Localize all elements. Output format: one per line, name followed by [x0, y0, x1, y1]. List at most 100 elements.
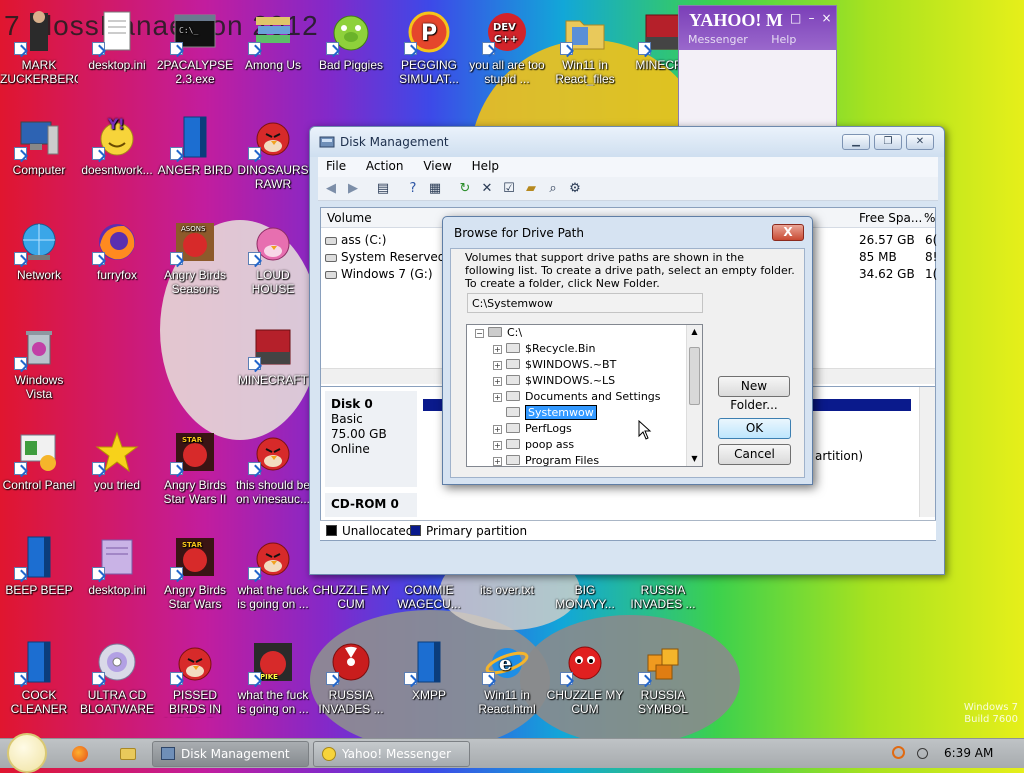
yahoo-restore-button[interactable]: □	[790, 12, 801, 24]
taskbar-disk-management[interactable]: Disk Management	[152, 741, 309, 767]
desktop-icon[interactable]: XMPP	[390, 635, 468, 735]
desktop-icon[interactable]: you tried	[78, 425, 156, 525]
check-icon[interactable]: ☑	[500, 180, 518, 198]
menu-file[interactable]: File	[318, 157, 354, 173]
desktop-icon[interactable]: BEEP BEEP	[0, 530, 78, 630]
desktop-icon[interactable]: PISSED BIRDS IN VIDEO G...	[156, 635, 234, 735]
desktop-icon[interactable]: STAR Angry Birds Star Wars II	[156, 425, 234, 525]
desktop-icon[interactable]: COCK CLEANER	[0, 635, 78, 735]
volume-row[interactable]: ass (C:)	[325, 233, 386, 247]
expand-icon[interactable]: +	[493, 441, 502, 450]
desktop-icon[interactable]: this should be on vinesauc...	[234, 425, 312, 525]
view-icon[interactable]: ▦	[426, 180, 444, 198]
desktop-icon[interactable]: Bad Piggies	[312, 5, 390, 105]
yahoo-messenger-window[interactable]: YAHOO! M Messenger Help □ – ×	[678, 5, 837, 132]
minimize-button[interactable]: ▁	[842, 134, 870, 150]
desktop-icon[interactable]: DINOSAURS RAWR	[234, 110, 312, 210]
column-free-space[interactable]: Free Spa...	[859, 211, 922, 225]
desktop-icon[interactable]: what the fuck is going on ...	[234, 530, 312, 630]
collapse-icon[interactable]: −	[475, 329, 484, 338]
desktop-icon[interactable]: ASONS Angry Birds Seasons	[156, 215, 234, 315]
new-folder-button[interactable]: New Folder...	[718, 376, 790, 412]
properties-list-icon[interactable]: ▤	[374, 180, 392, 198]
disk-management-titlebar[interactable]: Disk Management ▁ ❐ ✕	[310, 127, 944, 157]
cancel-button[interactable]: Cancel	[718, 444, 791, 465]
close-button[interactable]: ✕	[906, 134, 934, 150]
folder-tree[interactable]: − C:\ + $Recycle.Bin + $WINDOWS.~BT + $WINDO…	[466, 324, 703, 467]
yahoo-close-button[interactable]: ×	[821, 12, 832, 24]
volume-row[interactable]: System Reserved	[325, 250, 445, 264]
desktop-icon[interactable]: e Win11 in React.html	[468, 635, 546, 735]
dialog-titlebar[interactable]: Browse for Drive Path X	[443, 217, 812, 249]
tree-item[interactable]: + $WINDOWS.~LS	[493, 373, 615, 389]
scroll-thumb[interactable]	[689, 347, 700, 405]
desktop-icon[interactable]: Network	[0, 215, 78, 315]
disk0-label[interactable]: Disk 0 Basic 75.00 GB Online	[325, 391, 417, 487]
column-volume[interactable]: Volume	[327, 211, 372, 225]
volume-row[interactable]: Windows 7 (G:)	[325, 267, 433, 281]
desktop-icon[interactable]: RUSSIA INVADES ...	[312, 635, 390, 735]
expand-icon[interactable]: +	[493, 361, 502, 370]
dialog-close-button[interactable]: X	[772, 224, 804, 241]
expand-icon[interactable]: +	[493, 393, 502, 402]
tree-item[interactable]: + Program Files	[493, 453, 599, 466]
taskbar-clock[interactable]: 6:39 AM	[944, 746, 993, 760]
desktop-icon[interactable]: STAR Angry Birds Star Wars	[156, 530, 234, 630]
scroll-down-icon[interactable]: ▼	[687, 452, 702, 466]
desktop-icon[interactable]: ANGER BIRD	[156, 110, 234, 210]
tree-scrollbar[interactable]: ▲ ▼	[686, 325, 702, 466]
desktop-icon[interactable]: RUSSIA SYMBOL	[624, 635, 702, 735]
back-arrow-icon[interactable]: ◀	[322, 180, 340, 198]
desktop-icon[interactable]: P PEGGING SIMULAT...	[390, 5, 468, 105]
desktop-icon[interactable]: MINECRAFT	[234, 320, 312, 420]
expand-icon[interactable]: +	[493, 425, 502, 434]
firefox-icon[interactable]	[72, 746, 88, 762]
delete-icon[interactable]: ✕	[478, 180, 496, 198]
disk-area-vscrollbar[interactable]	[919, 387, 935, 517]
settings-icon[interactable]: ⚙	[566, 180, 584, 198]
network-tray-icon[interactable]	[917, 748, 928, 759]
desktop-icon[interactable]: MARK ZUCKERBERG	[0, 5, 78, 105]
tree-root[interactable]: − C:\	[475, 325, 522, 341]
forward-arrow-icon[interactable]: ▶	[344, 180, 362, 198]
rename-input[interactable]: Systemwow	[525, 405, 597, 420]
desktop-icon[interactable]: furryfox	[78, 215, 156, 315]
scroll-up-icon[interactable]: ▲	[687, 325, 702, 339]
yahoo-titlebar[interactable]: YAHOO! M Messenger Help □ – ×	[679, 6, 836, 50]
refresh-icon[interactable]: ↻	[456, 180, 474, 198]
expand-icon[interactable]: +	[493, 345, 502, 354]
open-folder-icon[interactable]: ▰	[522, 180, 540, 198]
desktop-icon[interactable]: Control Panel	[0, 425, 78, 525]
menu-view[interactable]: View	[415, 157, 459, 173]
menu-help[interactable]: Help	[464, 157, 507, 173]
desktop-icon[interactable]: ULTRA CD BLOATWARE	[78, 635, 156, 735]
desktop-icon[interactable]: DEV C++ you all are too stupid ...	[468, 5, 546, 105]
tree-item[interactable]: + PerfLogs	[493, 421, 572, 437]
ok-button[interactable]: OK	[718, 418, 791, 439]
cdrom-label[interactable]: CD-ROM 0	[325, 493, 417, 517]
yahoo-menu-messenger[interactable]: Messenger	[688, 33, 748, 46]
yahoo-menu-help[interactable]: Help	[771, 33, 796, 46]
yahoo-minimize-button[interactable]: –	[806, 12, 817, 24]
tree-item[interactable]: + $WINDOWS.~BT	[493, 357, 616, 373]
desktop-icon[interactable]: Among Us	[234, 5, 312, 105]
desktop-icon[interactable]: PIKE what the fuck is going on ...	[234, 635, 312, 735]
desktop-icon[interactable]: CHUZZLE MY CUM	[546, 635, 624, 735]
search-tray-icon[interactable]	[892, 746, 905, 759]
desktop-icon[interactable]: Y! doesntwork...	[78, 110, 156, 210]
expand-icon[interactable]: +	[493, 377, 502, 386]
desktop-icon[interactable]: Windows Vista	[0, 320, 78, 420]
expand-icon[interactable]: +	[493, 457, 502, 466]
start-button[interactable]	[7, 733, 47, 773]
desktop-icon[interactable]: desktop.ini	[78, 5, 156, 105]
browse-drive-path-dialog[interactable]: Browse for Drive Path X Volumes that sup…	[442, 216, 813, 485]
desktop-icon[interactable]: Computer	[0, 110, 78, 210]
desktop-icon[interactable]: desktop.ini	[78, 530, 156, 630]
desktop-icon[interactable]: LOUD HOUSE	[234, 215, 312, 315]
taskbar-yahoo-messenger[interactable]: Yahoo! Messenger	[313, 741, 470, 767]
tree-item[interactable]: + Documents and Settings	[493, 389, 661, 405]
menu-action[interactable]: Action	[358, 157, 412, 173]
tree-item[interactable]: + $Recycle.Bin	[493, 341, 595, 357]
help-icon[interactable]: ?	[404, 180, 422, 198]
tree-item[interactable]: + poop ass	[493, 437, 574, 453]
